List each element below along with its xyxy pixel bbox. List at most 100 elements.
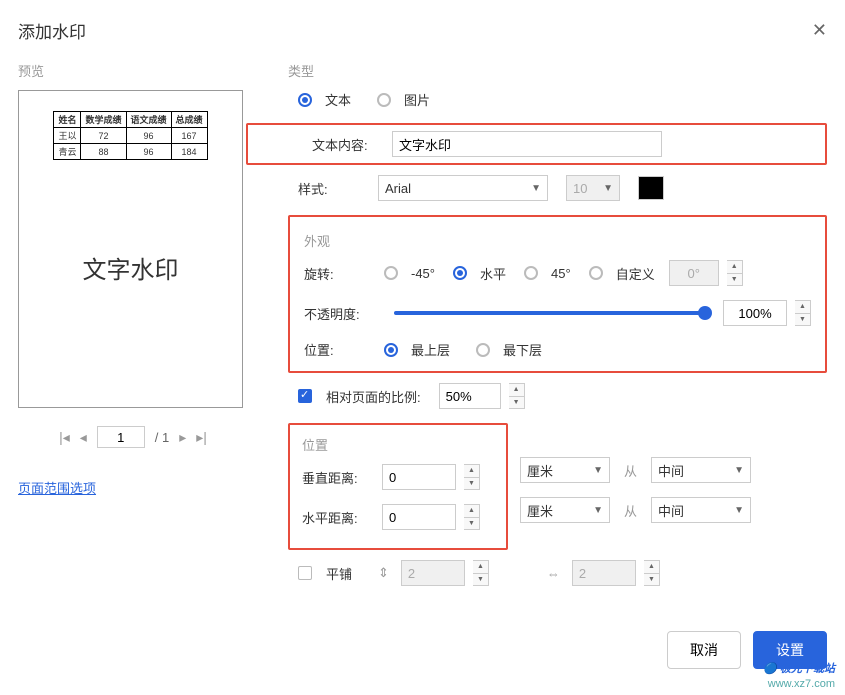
rotate-45-label[interactable]: 45° bbox=[551, 266, 571, 281]
rotate-45-radio[interactable] bbox=[524, 266, 538, 280]
preview-watermark-text: 文字水印 bbox=[83, 250, 179, 285]
type-text-radio[interactable] bbox=[298, 93, 312, 107]
stepper-up-icon[interactable]: ▲ bbox=[795, 301, 810, 314]
rotate-0-label[interactable]: 水平 bbox=[480, 264, 506, 283]
content-input[interactable] bbox=[392, 131, 662, 157]
scale-checkbox[interactable] bbox=[298, 389, 312, 403]
chevron-down-icon: ▼ bbox=[603, 183, 613, 194]
rotate-stepper[interactable]: ▲ ▼ bbox=[727, 260, 743, 286]
font-size-value: 10 bbox=[573, 181, 587, 196]
preview-table: 姓名 数学成绩 语文成绩 总成绩 王以 72 96 167 青云 88 bbox=[53, 111, 207, 160]
vdist-unit-select[interactable]: 厘米 ▼ bbox=[520, 457, 610, 483]
layer-top-radio[interactable] bbox=[384, 343, 398, 357]
preview-panel: 预览 姓名 数学成绩 语文成绩 总成绩 王以 72 96 167 bbox=[18, 61, 248, 600]
type-image-radio[interactable] bbox=[377, 93, 391, 107]
tile-h-input[interactable] bbox=[572, 560, 636, 586]
prev-page-icon[interactable]: ◂ bbox=[80, 429, 87, 446]
hdist-label: 水平距离: bbox=[302, 508, 374, 527]
hdist-stepper[interactable]: ▲ ▼ bbox=[464, 504, 480, 530]
stepper-up-icon[interactable]: ▲ bbox=[644, 561, 659, 574]
tile-h-stepper[interactable]: ▲ ▼ bbox=[644, 560, 660, 586]
stepper-down-icon[interactable]: ▼ bbox=[509, 397, 524, 409]
tile-checkbox[interactable] bbox=[298, 566, 312, 580]
slider-thumb[interactable] bbox=[698, 306, 712, 320]
layer-top-label[interactable]: 最上层 bbox=[411, 340, 450, 359]
font-value: Arial bbox=[385, 181, 411, 196]
chevron-down-icon: ▼ bbox=[734, 465, 744, 476]
rotate-custom-radio[interactable] bbox=[589, 266, 603, 280]
stepper-up-icon[interactable]: ▲ bbox=[464, 465, 479, 478]
stepper-up-icon[interactable]: ▲ bbox=[473, 561, 488, 574]
type-text-label[interactable]: 文本 bbox=[325, 90, 351, 109]
layer-bottom-radio[interactable] bbox=[476, 343, 490, 357]
preview-label: 预览 bbox=[18, 61, 248, 80]
chevron-down-icon: ▼ bbox=[734, 505, 744, 516]
layer-bottom-label[interactable]: 最下层 bbox=[503, 340, 542, 359]
opacity-slider[interactable] bbox=[394, 311, 705, 315]
chevron-down-icon: ▼ bbox=[531, 183, 541, 194]
preview-page: 姓名 数学成绩 语文成绩 总成绩 王以 72 96 167 青云 88 bbox=[18, 90, 243, 408]
stepper-down-icon[interactable]: ▼ bbox=[473, 574, 488, 586]
next-page-icon[interactable]: ▸ bbox=[179, 429, 186, 446]
appearance-label: 外观 bbox=[304, 231, 811, 250]
scale-stepper[interactable]: ▲ ▼ bbox=[509, 383, 525, 409]
page-number-input[interactable] bbox=[97, 426, 145, 448]
hdist-ref-select[interactable]: 中间 ▼ bbox=[651, 497, 751, 523]
opacity-label: 不透明度: bbox=[304, 304, 376, 323]
tile-label[interactable]: 平铺 bbox=[326, 564, 352, 583]
stepper-down-icon[interactable]: ▼ bbox=[464, 478, 479, 490]
table-header-row: 姓名 数学成绩 语文成绩 总成绩 bbox=[54, 112, 207, 128]
first-page-icon[interactable]: |◂ bbox=[59, 429, 70, 446]
last-page-icon[interactable]: ▸| bbox=[196, 429, 207, 446]
opacity-stepper[interactable]: ▲ ▼ bbox=[795, 300, 811, 326]
rotate-custom-label[interactable]: 自定义 bbox=[616, 264, 655, 283]
from-label: 从 bbox=[624, 461, 637, 480]
from-label: 从 bbox=[624, 501, 637, 520]
font-select[interactable]: Arial ▼ bbox=[378, 175, 548, 201]
close-icon[interactable]: ✕ bbox=[812, 20, 827, 41]
vdist-ref-select[interactable]: 中间 ▼ bbox=[651, 457, 751, 483]
page-range-link[interactable]: 页面范围选项 bbox=[18, 478, 96, 497]
unit-value: 厘米 bbox=[527, 461, 553, 480]
stepper-down-icon[interactable]: ▼ bbox=[795, 314, 810, 326]
vdist-stepper[interactable]: ▲ ▼ bbox=[464, 464, 480, 490]
chevron-down-icon: ▼ bbox=[593, 505, 603, 516]
hdist-unit-select[interactable]: 厘米 ▼ bbox=[520, 497, 610, 523]
stepper-down-icon[interactable]: ▼ bbox=[727, 274, 742, 286]
chevron-down-icon: ▼ bbox=[593, 465, 603, 476]
table-row: 王以 72 96 167 bbox=[54, 128, 207, 144]
type-label: 类型 bbox=[288, 61, 827, 80]
type-image-label[interactable]: 图片 bbox=[404, 90, 430, 109]
unit-value: 厘米 bbox=[527, 501, 553, 520]
stepper-up-icon[interactable]: ▲ bbox=[464, 505, 479, 518]
th: 数学成绩 bbox=[81, 112, 126, 128]
stepper-down-icon[interactable]: ▼ bbox=[464, 518, 479, 530]
th: 总成绩 bbox=[171, 112, 207, 128]
tile-v-input[interactable] bbox=[401, 560, 465, 586]
opacity-input[interactable] bbox=[723, 300, 787, 326]
ref-value: 中间 bbox=[658, 501, 684, 520]
dialog-content: 预览 姓名 数学成绩 语文成绩 总成绩 王以 72 96 167 bbox=[18, 61, 827, 600]
stepper-down-icon[interactable]: ▼ bbox=[644, 574, 659, 586]
scale-label[interactable]: 相对页面的比例: bbox=[326, 387, 421, 406]
hdist-input[interactable] bbox=[382, 504, 456, 530]
cancel-button[interactable]: 取消 bbox=[667, 631, 741, 669]
dialog-title: 添加水印 bbox=[18, 18, 86, 43]
vdist-input[interactable] bbox=[382, 464, 456, 490]
type-radio-row: 文本 图片 bbox=[298, 90, 827, 109]
rotate-label: 旋转: bbox=[304, 264, 376, 283]
tile-v-stepper[interactable]: ▲ ▼ bbox=[473, 560, 489, 586]
highlight-appearance: 外观 旋转: -45° 水平 45° 自定义 ▲ bbox=[288, 215, 827, 373]
rotate-neg45-label[interactable]: -45° bbox=[411, 266, 435, 281]
stepper-up-icon[interactable]: ▲ bbox=[509, 384, 524, 397]
pager: |◂ ◂ / 1 ▸ ▸| bbox=[18, 426, 248, 448]
rotate-neg45-radio[interactable] bbox=[384, 266, 398, 280]
font-size-select[interactable]: 10 ▼ bbox=[566, 175, 620, 201]
stepper-up-icon[interactable]: ▲ bbox=[727, 261, 742, 274]
color-picker[interactable] bbox=[638, 176, 664, 200]
rotate-0-radio[interactable] bbox=[453, 266, 467, 280]
content-label: 文本内容: bbox=[312, 135, 384, 154]
scale-input[interactable] bbox=[439, 383, 501, 409]
rotate-value-input[interactable] bbox=[669, 260, 719, 286]
dialog-header: 添加水印 ✕ bbox=[18, 12, 827, 61]
